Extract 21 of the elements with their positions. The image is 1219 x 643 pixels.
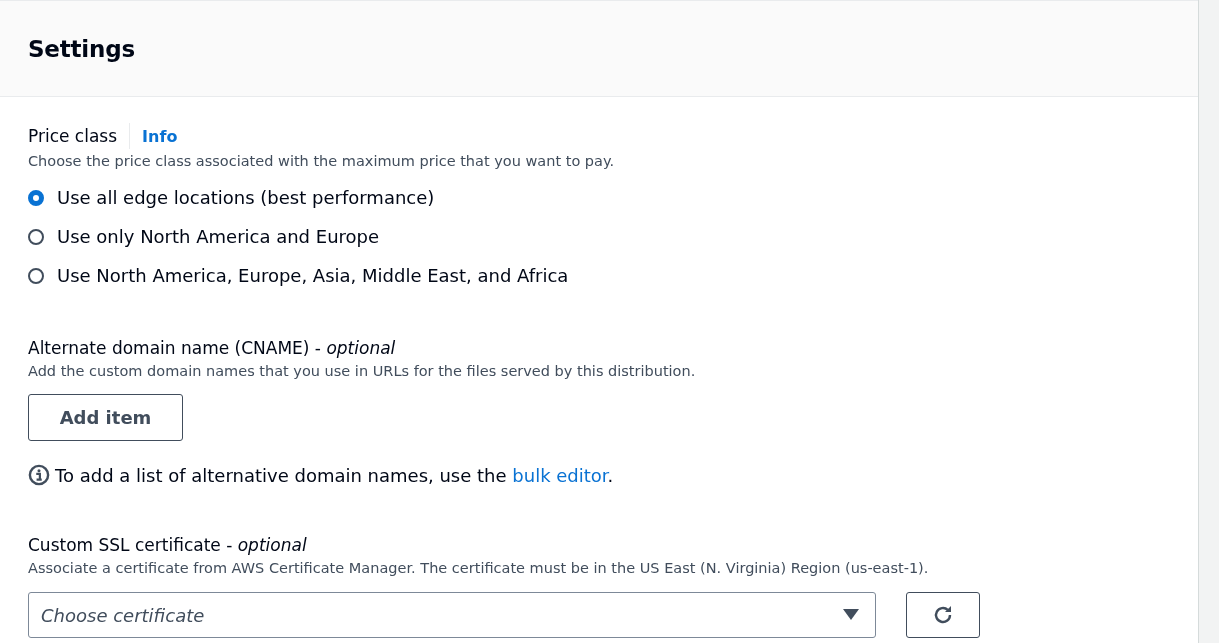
certificate-select[interactable]: Choose certificate: [28, 592, 876, 638]
radio-label[interactable]: Use North America, Europe, Asia, Middle East, and Africa: [57, 263, 569, 289]
info-link[interactable]: Info: [142, 126, 178, 146]
field-description: Add the custom domain names that you use in URLs for the files served by this distribution.: [28, 362, 697, 381]
field-label: Custom SSL certificate - optional: [28, 535, 307, 555]
panel-title: Settings: [28, 35, 135, 62]
radio-button[interactable]: [28, 190, 44, 206]
field-description: Associate a certificate from AWS Certificate Manager. The certificate must be in the US East (N. Virginia) Region (us-east-1).: [28, 559, 930, 578]
field-label: Price class: [28, 123, 131, 149]
add-item-button[interactable]: Add item: [28, 394, 183, 441]
radio-button[interactable]: [28, 268, 44, 284]
bulk-editor-link[interactable]: bulk editor: [512, 464, 608, 486]
radio-label[interactable]: Use only North America and Europe: [57, 224, 380, 250]
info-icon: [28, 464, 50, 486]
field-label: Alternate domain name (CNAME) - optional: [28, 338, 396, 358]
radio-button[interactable]: [28, 229, 44, 245]
refresh-button[interactable]: [906, 592, 980, 638]
field-description: Choose the price class associated with the maximum price that you want to pay.: [28, 152, 616, 171]
info-note: To add a list of alternative domain names, use the bulk editor.: [55, 464, 614, 486]
radio-label[interactable]: Use all edge locations (best performance): [57, 185, 435, 211]
caret-icon: [843, 609, 859, 621]
